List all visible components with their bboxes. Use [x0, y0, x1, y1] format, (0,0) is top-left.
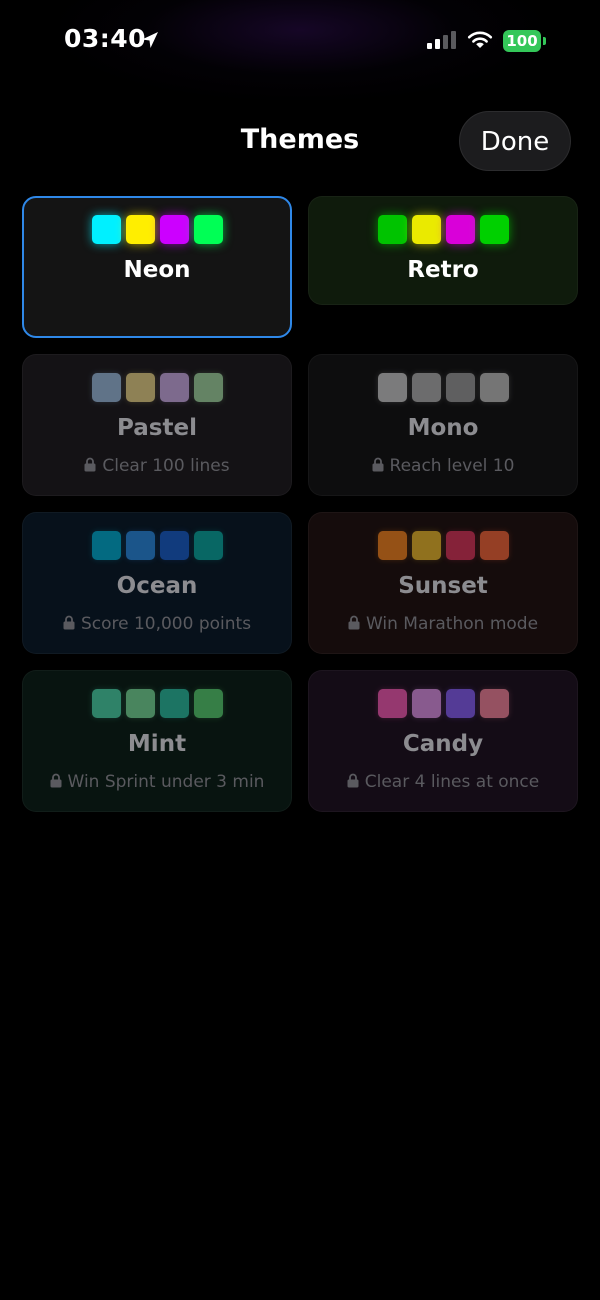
- color-swatch: [445, 215, 475, 244]
- color-swatch: [125, 689, 155, 718]
- color-swatch: [125, 215, 155, 244]
- unlock-hint: Win Sprint under 3 min: [23, 772, 291, 792]
- theme-swatches: [23, 689, 291, 718]
- lock-icon: [50, 773, 62, 788]
- color-swatch: [377, 215, 407, 244]
- lock-icon: [84, 457, 96, 472]
- color-swatch: [91, 215, 121, 244]
- theme-card-mono[interactable]: Mono Reach level 10: [308, 354, 578, 496]
- color-swatch: [377, 373, 407, 402]
- theme-grid: Neon Retro Pastel Clear 100 lines Mono Reach …: [22, 196, 578, 812]
- theme-card-sunset[interactable]: Sunset Win Marathon mode: [308, 512, 578, 654]
- color-swatch: [411, 215, 441, 244]
- theme-swatches: [309, 373, 577, 402]
- lock-icon: [372, 457, 384, 472]
- color-swatch: [193, 215, 223, 244]
- theme-swatches: [23, 531, 291, 560]
- color-swatch: [193, 689, 223, 718]
- color-swatch: [125, 531, 155, 560]
- unlock-hint: Clear 100 lines: [23, 456, 291, 476]
- theme-card-mint[interactable]: Mint Win Sprint under 3 min: [22, 670, 292, 812]
- color-swatch: [479, 373, 509, 402]
- color-swatch: [193, 373, 223, 402]
- lock-icon: [63, 615, 75, 630]
- color-swatch: [159, 373, 189, 402]
- unlock-hint: Reach level 10: [309, 456, 577, 476]
- status-bar: 03:40 100: [0, 0, 600, 82]
- theme-name: Candy: [402, 731, 484, 757]
- battery-level: 100: [503, 30, 541, 52]
- lock-icon: [348, 615, 360, 630]
- battery-cap: [543, 37, 546, 45]
- theme-name: Neon: [123, 257, 191, 283]
- color-swatch: [411, 373, 441, 402]
- unlock-hint-text: Win Sprint under 3 min: [67, 772, 265, 792]
- battery-indicator: 100: [503, 30, 546, 52]
- unlock-hint-text: Win Marathon mode: [365, 614, 539, 634]
- theme-swatches: [24, 215, 290, 244]
- location-arrow-icon: [142, 32, 158, 48]
- theme-swatches: [309, 531, 577, 560]
- theme-card-pastel[interactable]: Pastel Clear 100 lines: [22, 354, 292, 496]
- color-swatch: [479, 531, 509, 560]
- unlock-hint-text: Score 10,000 points: [80, 614, 252, 634]
- theme-name: Mint: [127, 731, 187, 757]
- color-swatch: [193, 531, 223, 560]
- color-swatch: [125, 373, 155, 402]
- theme-name: Ocean: [116, 573, 198, 599]
- theme-card-neon[interactable]: Neon: [22, 196, 292, 338]
- status-time: 03:40: [64, 24, 147, 53]
- color-swatch: [159, 689, 189, 718]
- theme-name: Retro: [407, 257, 479, 283]
- theme-card-candy[interactable]: Candy Clear 4 lines at once: [308, 670, 578, 812]
- unlock-hint-text: Clear 100 lines: [102, 456, 230, 476]
- cellular-signal-icon: [427, 31, 456, 49]
- color-swatch: [445, 531, 475, 560]
- unlock-hint: Win Marathon mode: [309, 614, 577, 634]
- color-swatch: [159, 215, 189, 244]
- color-swatch: [91, 689, 121, 718]
- color-swatch: [479, 215, 509, 244]
- color-swatch: [91, 373, 121, 402]
- theme-name: Sunset: [398, 573, 488, 599]
- color-swatch: [377, 531, 407, 560]
- unlock-hint: Score 10,000 points: [23, 614, 291, 634]
- theme-name: Pastel: [117, 415, 197, 441]
- theme-card-ocean[interactable]: Ocean Score 10,000 points: [22, 512, 292, 654]
- color-swatch: [159, 531, 189, 560]
- color-swatch: [377, 689, 407, 718]
- unlock-hint: Clear 4 lines at once: [309, 772, 577, 792]
- theme-card-retro[interactable]: Retro: [308, 196, 578, 305]
- color-swatch: [479, 689, 509, 718]
- unlock-hint-text: Reach level 10: [389, 456, 515, 476]
- theme-swatches: [309, 689, 577, 718]
- theme-name: Mono: [407, 415, 479, 441]
- theme-swatches: [309, 215, 577, 244]
- unlock-hint-text: Clear 4 lines at once: [364, 772, 540, 792]
- color-swatch: [91, 531, 121, 560]
- wifi-icon: [467, 31, 493, 48]
- color-swatch: [411, 531, 441, 560]
- color-swatch: [411, 689, 441, 718]
- color-swatch: [445, 689, 475, 718]
- lock-icon: [347, 773, 359, 788]
- color-swatch: [445, 373, 475, 402]
- done-button[interactable]: Done: [459, 111, 571, 171]
- theme-swatches: [23, 373, 291, 402]
